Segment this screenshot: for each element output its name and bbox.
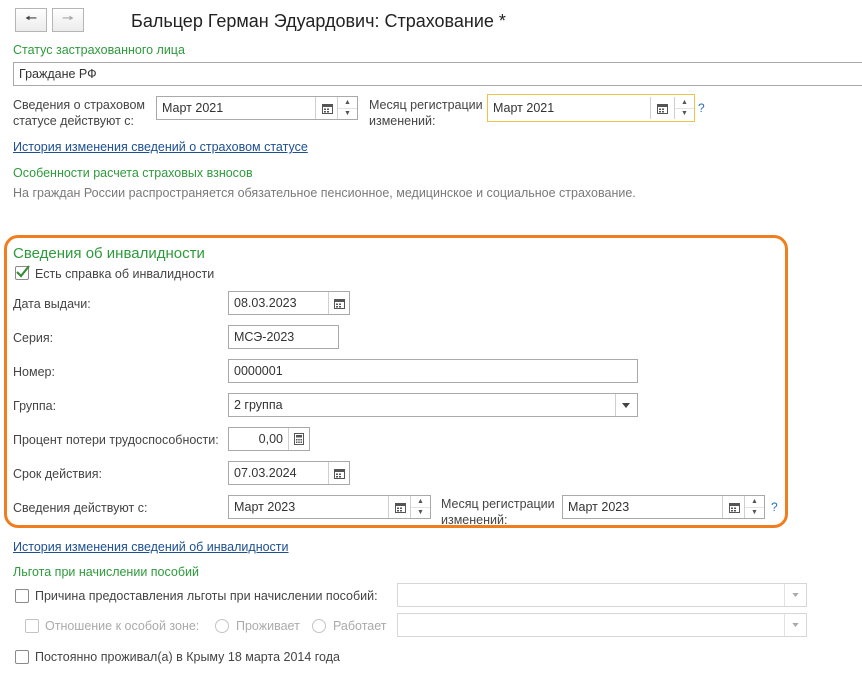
status-field[interactable]: Граждане РФ xyxy=(13,62,862,86)
disability-reg-month-label-2: изменений: xyxy=(441,513,508,527)
group-value: 2 группа xyxy=(234,398,283,412)
status-reg-month-label-2: изменений: xyxy=(369,114,436,128)
calculator-icon[interactable] xyxy=(288,428,310,450)
status-effective-label-2: статусе действуют с: xyxy=(13,114,135,128)
status-value: Граждане РФ xyxy=(19,67,97,81)
issue-date-field[interactable]: 08.03.2023 xyxy=(228,291,350,315)
help-icon[interactable]: ? xyxy=(698,101,705,115)
disability-reg-month-field[interactable]: Март 2023 ▲ ▼ xyxy=(562,495,765,519)
forward-button[interactable]: 🠖 xyxy=(52,8,84,32)
disability-effective-spinner[interactable]: ▲ ▼ xyxy=(410,496,430,518)
calendar-icon[interactable] xyxy=(651,97,673,119)
disability-effective-value: Март 2023 xyxy=(234,500,296,514)
zone-works-radio[interactable] xyxy=(312,619,326,633)
disability-effective-field[interactable]: Март 2023 ▲ ▼ xyxy=(228,495,431,519)
status-reg-month-label-1: Месяц регистрации xyxy=(369,98,483,112)
issue-date-value: 08.03.2023 xyxy=(234,296,297,310)
issue-date-label: Дата выдачи: xyxy=(13,297,91,311)
status-reg-month-spinner[interactable]: ▲ ▼ xyxy=(674,97,694,119)
zone-lives-label: Проживает xyxy=(236,619,300,633)
status-reg-month-value: Март 2021 xyxy=(493,101,555,115)
benefit-reason-label: Причина предоставления льготы при начисл… xyxy=(35,589,378,603)
checkmark-icon xyxy=(16,265,30,278)
disability-reg-month-label-1: Месяц регистрации xyxy=(441,497,555,511)
back-button[interactable]: 🠔 xyxy=(15,8,47,32)
disability-history-link[interactable]: История изменения сведений об инвалиднос… xyxy=(13,540,289,554)
status-history-link[interactable]: История изменения сведений о страховом с… xyxy=(13,140,308,154)
chevron-down-icon[interactable] xyxy=(784,614,806,636)
disability-reg-month-spinner[interactable]: ▲ ▼ xyxy=(744,496,764,518)
has-certificate-label: Есть справка об инвалидности xyxy=(35,267,215,281)
special-zone-checkbox[interactable] xyxy=(25,619,39,633)
number-label: Номер: xyxy=(13,365,55,379)
calendar-icon[interactable] xyxy=(316,97,338,119)
status-effective-label-1: Сведения о страховом xyxy=(13,98,145,112)
disability-reg-month-value: Март 2023 xyxy=(568,500,630,514)
series-field[interactable]: МСЭ-2023 xyxy=(228,325,339,349)
status-effective-value: Март 2021 xyxy=(162,101,224,115)
arrow-right-icon: 🠖 xyxy=(61,10,75,26)
chevron-down-icon[interactable] xyxy=(784,584,806,606)
contributions-note: На граждан России распространяется обяза… xyxy=(13,186,636,200)
status-reg-month-field[interactable]: Март 2021 ▲ ▼ xyxy=(487,94,695,122)
status-section-label: Статус застрахованного лица xyxy=(13,43,185,57)
disability-effective-label: Сведения действуют с: xyxy=(13,501,148,515)
calendar-icon[interactable] xyxy=(328,292,350,314)
benefits-section-label: Льгота при начислении пособий xyxy=(13,565,199,579)
benefit-reason-select[interactable] xyxy=(397,583,807,607)
crimea-checkbox[interactable] xyxy=(15,650,29,664)
group-select[interactable]: 2 группа xyxy=(228,393,638,417)
has-certificate-checkbox[interactable] xyxy=(15,265,30,280)
calendar-icon[interactable] xyxy=(389,496,411,518)
help-icon[interactable]: ? xyxy=(771,500,778,514)
contributions-section-label: Особенности расчета страховых взносов xyxy=(13,166,253,180)
calendar-icon[interactable] xyxy=(723,496,745,518)
special-zone-label: Отношение к особой зоне: xyxy=(45,619,200,633)
page-title: Бальцер Герман Эдуардович: Страхование * xyxy=(131,11,506,31)
series-label: Серия: xyxy=(13,331,54,345)
status-effective-field[interactable]: Март 2021 ▲ ▼ xyxy=(156,96,358,120)
special-zone-select[interactable] xyxy=(397,613,807,637)
validity-label: Срок действия: xyxy=(13,467,102,481)
loss-field[interactable]: 0,00 xyxy=(228,427,310,451)
crimea-label: Постоянно проживал(а) в Крыму 18 марта 2… xyxy=(35,650,340,664)
number-field[interactable]: 0000001 xyxy=(228,359,638,383)
status-effective-spinner[interactable]: ▲ ▼ xyxy=(337,97,357,119)
series-value: МСЭ-2023 xyxy=(234,330,295,344)
loss-label: Процент потери трудоспособности: xyxy=(13,433,219,447)
chevron-down-icon[interactable] xyxy=(615,394,637,416)
benefit-reason-checkbox[interactable] xyxy=(15,589,29,603)
disability-section-label: Сведения об инвалидности xyxy=(13,245,205,262)
calendar-icon[interactable] xyxy=(328,462,350,484)
number-value: 0000001 xyxy=(234,364,283,378)
group-label: Группа: xyxy=(13,399,57,413)
validity-value: 07.03.2024 xyxy=(234,466,297,480)
loss-value: 0,00 xyxy=(258,432,283,446)
zone-works-label: Работает xyxy=(333,619,387,633)
arrow-left-icon: 🠔 xyxy=(24,10,38,26)
zone-lives-radio[interactable] xyxy=(215,619,229,633)
validity-field[interactable]: 07.03.2024 xyxy=(228,461,350,485)
